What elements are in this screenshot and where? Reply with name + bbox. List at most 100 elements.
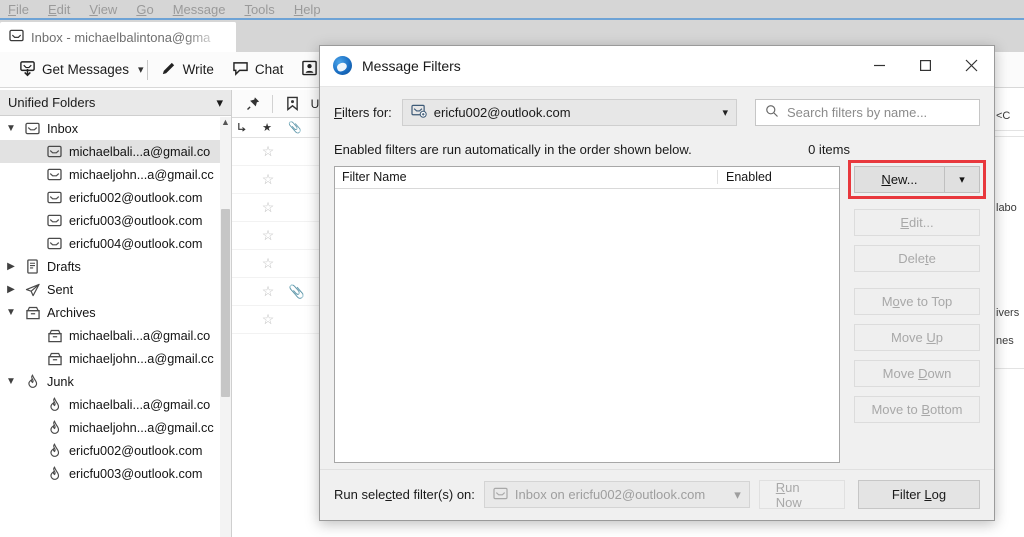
folder-row[interactable]: michaelbali...a@gmail.co	[0, 324, 231, 347]
star-filled-icon[interactable]: ★	[252, 121, 282, 134]
folder-row[interactable]: michaeljohn...a@gmail.cc	[0, 416, 231, 439]
run-now-button[interactable]: Run Now	[758, 480, 845, 510]
chevron-down-icon: ▾	[734, 486, 741, 502]
folder-row[interactable]: ericfu003@outlook.com	[0, 462, 231, 485]
write-button[interactable]: Write	[151, 56, 223, 84]
filter-list[interactable]: Filter Name Enabled	[334, 165, 840, 463]
star-outline-icon[interactable]: ☆	[252, 311, 284, 328]
menu-item-edit[interactable]: Edit	[48, 2, 70, 17]
move-to-top-button[interactable]: Move to Top	[854, 287, 980, 315]
scroll-up-arrow-icon[interactable]: ▲	[220, 117, 231, 133]
inbox-icon	[493, 487, 508, 503]
new-dropdown-caret-icon[interactable]: ▾	[944, 165, 980, 193]
junk-flame-icon	[24, 374, 41, 389]
folder-row[interactable]: ericfu004@outlook.com	[0, 232, 231, 255]
folder-mode-picker[interactable]: Unified Folders ▾	[0, 90, 231, 116]
dialog-body: Filters for: ericfu002@outlook.com ▾ Ena…	[320, 87, 994, 463]
menu-item-go[interactable]: Go	[136, 2, 153, 17]
twisty-collapsed-icon[interactable]: ▶	[4, 261, 18, 272]
star-outline-icon[interactable]: ☆	[252, 255, 284, 272]
inbox-icon	[46, 145, 63, 159]
folder-pane-scrollbar[interactable]: ▲	[220, 117, 231, 537]
star-outline-icon[interactable]: ☆	[252, 227, 284, 244]
search-input[interactable]	[787, 104, 970, 120]
minimize-icon[interactable]	[856, 46, 902, 86]
folder-pane: Unified Folders ▾ ▼ Inbox michaelbali...a@…	[0, 90, 232, 537]
column-header-filter-name[interactable]: Filter Name	[335, 170, 717, 184]
get-messages-button[interactable]: Get Messages	[10, 56, 138, 84]
scrollbar-thumb[interactable]	[221, 209, 230, 397]
maximize-icon[interactable]	[902, 46, 948, 86]
folder-row[interactable]: michaeljohn...a@gmail.cc	[0, 163, 231, 186]
chat-button[interactable]: Chat	[223, 56, 293, 84]
twisty-expanded-icon[interactable]: ▼	[4, 123, 18, 134]
twisty-expanded-icon[interactable]: ▼	[4, 376, 18, 387]
attachment-icon[interactable]: 📎	[282, 121, 308, 134]
star-outline-icon[interactable]: ☆	[252, 143, 284, 160]
column-header-enabled[interactable]: Enabled	[717, 170, 839, 185]
filter-action-buttons: New... ▾ Edit... Delete Move to Top Move…	[848, 159, 986, 463]
get-messages-caret-icon[interactable]: ▾	[138, 63, 144, 76]
folder-row[interactable]: ▶ Drafts	[0, 255, 231, 278]
folder-list[interactable]: ▼ Inbox michaelbali...a@gmail.co michaeljoh…	[0, 117, 231, 537]
delete-button[interactable]: Delete	[854, 244, 980, 272]
folder-row[interactable]: michaeljohn...a@gmail.cc	[0, 347, 231, 370]
folder-row-label: michaelbali...a@gmail.co	[69, 144, 211, 159]
inbox-icon	[46, 237, 63, 251]
inbox-icon	[46, 214, 63, 228]
folder-row[interactable]: ericfu002@outlook.com	[0, 186, 231, 209]
twisty-expanded-icon[interactable]: ▼	[4, 307, 18, 318]
move-down-button[interactable]: Move Down	[854, 359, 980, 387]
folder-row[interactable]: michaelbali...a@gmail.co	[0, 393, 231, 416]
new-filter-split-button[interactable]: New... ▾	[848, 159, 986, 199]
account-envelope-icon	[411, 104, 427, 121]
folder-mode-label: Unified Folders	[8, 95, 96, 110]
menu-item-file[interactable]: File	[8, 2, 29, 17]
folder-row[interactable]: ▼ Inbox	[0, 117, 231, 140]
thread-icon[interactable]	[232, 122, 252, 133]
tab-inbox[interactable]: Inbox - michaelbalintona@gma	[0, 22, 236, 52]
folder-row[interactable]: ericfu003@outlook.com	[0, 209, 231, 232]
folder-row[interactable]: ▼ Junk	[0, 370, 231, 393]
run-target-value: Inbox on ericfu002@outlook.com	[514, 487, 706, 503]
junk-flame-icon	[46, 466, 63, 481]
new-button[interactable]: New...	[854, 165, 944, 193]
star-outline-icon[interactable]: ☆	[252, 171, 284, 188]
folder-row-label: michaeljohn...a@gmail.cc	[69, 420, 214, 435]
menu-item-tools[interactable]: Tools	[244, 2, 274, 17]
quick-filter-pin-icon[interactable]	[238, 91, 268, 117]
menu-item-message[interactable]: Message	[173, 2, 226, 17]
folder-row-label: Sent	[47, 282, 74, 297]
star-outline-icon[interactable]: ☆	[252, 283, 284, 300]
run-target-dropdown[interactable]: Inbox on ericfu002@outlook.com ▾	[483, 481, 750, 509]
chat-label: Chat	[254, 62, 284, 77]
unread-filter-icon[interactable]	[277, 91, 307, 117]
filter-list-header: Filter Name Enabled	[335, 166, 839, 189]
close-icon[interactable]	[948, 46, 994, 86]
folder-row[interactable]: ericfu002@outlook.com	[0, 439, 231, 462]
folder-row[interactable]: ▼ Archives	[0, 301, 231, 324]
download-mail-icon	[19, 60, 36, 80]
twisty-collapsed-icon[interactable]: ▶	[4, 284, 18, 295]
move-up-button[interactable]: Move Up	[854, 323, 980, 351]
edit-button[interactable]: Edit...	[854, 208, 980, 236]
sent-icon	[24, 283, 41, 297]
message-filters-dialog: Message Filters Filters for: ericfu002@o…	[319, 45, 995, 521]
toolbar-separator	[146, 59, 148, 80]
filter-list-rows[interactable]	[335, 189, 839, 462]
folder-row[interactable]: ▶ Sent	[0, 278, 231, 301]
pencil-icon	[160, 60, 177, 80]
menu-item-view[interactable]: View	[89, 2, 117, 17]
move-to-bottom-button[interactable]: Move to Bottom	[854, 395, 980, 423]
folder-row-label: michaeljohn...a@gmail.cc	[69, 167, 214, 182]
message-preview-edge: <C labo ivers nes	[994, 90, 1024, 537]
star-outline-icon[interactable]: ☆	[252, 199, 284, 216]
filter-log-button[interactable]: Filter Log	[857, 480, 980, 510]
search-filters-box[interactable]	[755, 98, 980, 126]
folder-row-label: ericfu003@outlook.com	[69, 466, 203, 481]
filters-for-account-dropdown[interactable]: ericfu002@outlook.com ▾	[401, 98, 737, 126]
dialog-title-bar[interactable]: Message Filters	[320, 46, 994, 87]
menu-item-help[interactable]: Help	[294, 2, 321, 17]
items-count: 0 items	[808, 141, 850, 157]
folder-row[interactable]: michaelbali...a@gmail.co	[0, 140, 231, 163]
